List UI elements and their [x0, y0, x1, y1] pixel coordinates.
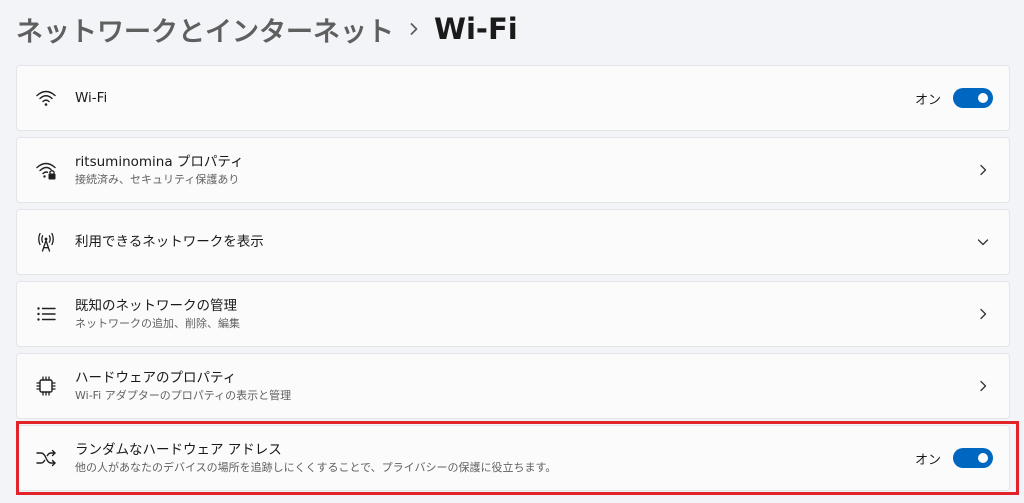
random-address-toggle-knob: [978, 453, 988, 463]
hardware-properties-subtitle: Wi-Fi アダプターのプロパティの表示と管理: [75, 389, 292, 402]
wifi-toggle-knob: [978, 93, 988, 103]
hardware-properties-title: ハードウェアのプロパティ: [75, 370, 237, 386]
breadcrumb-chevron-icon: [394, 22, 434, 36]
available-networks-texts: 利用できるネットワークを表示: [75, 233, 264, 251]
wifi-row-title: Wi-Fi: [75, 90, 108, 106]
available-networks-row[interactable]: 利用できるネットワークを表示: [16, 209, 1010, 275]
known-networks-texts: 既知のネットワークの管理 ネットワークの追加、削除、編集: [75, 297, 240, 331]
chevron-right-icon: [975, 162, 991, 178]
network-properties-title: ritsuminomina プロパティ: [75, 154, 244, 170]
chevron-right-icon: [975, 378, 991, 394]
chip-icon: [35, 375, 57, 397]
wifi-toggle[interactable]: [953, 88, 993, 108]
wifi-toggle-group: オン: [915, 88, 993, 108]
random-hardware-address-subtitle: 他の人があなたのデバイスの場所を追跡しにくくすることで、プライバシーの保護に役立…: [75, 461, 557, 474]
shuffle-icon: [35, 447, 57, 469]
network-properties-row[interactable]: ritsuminomina プロパティ 接続済み、セキュリティ保護あり: [16, 137, 1010, 203]
known-networks-title: 既知のネットワークの管理: [75, 298, 237, 314]
wifi-toggle-label: オン: [914, 92, 941, 108]
network-properties-subtitle: 接続済み、セキュリティ保護あり: [75, 173, 240, 186]
settings-page: ネットワークとインターネット Wi-Fi Wi-Fi オン ritsuminom…: [0, 0, 1024, 503]
wifi-icon: [35, 87, 57, 109]
random-hardware-address-title: ランダムなハードウェア アドレス: [75, 442, 282, 458]
network-properties-texts: ritsuminomina プロパティ 接続済み、セキュリティ保護あり: [75, 153, 244, 187]
breadcrumb: ネットワークとインターネット Wi-Fi: [14, 0, 1010, 58]
page-title: Wi-Fi: [434, 12, 518, 46]
random-hardware-address-texts: ランダムなハードウェア アドレス 他の人があなたのデバイスの場所を追跡しにくくす…: [75, 441, 556, 475]
settings-list: Wi-Fi オン ritsuminomina プロパティ 接続済み、セキュリティ…: [16, 65, 1010, 497]
wifi-row-texts: Wi-Fi: [75, 89, 107, 107]
list-icon: [35, 303, 57, 325]
breadcrumb-parent-network-internet[interactable]: ネットワークとインターネット: [16, 10, 394, 49]
antenna-icon: [35, 231, 57, 253]
available-networks-title: 利用できるネットワークを表示: [75, 234, 264, 250]
random-address-toggle[interactable]: [953, 448, 993, 468]
chevron-right-icon: [975, 306, 991, 322]
known-networks-subtitle: ネットワークの追加、削除、編集: [75, 317, 240, 330]
hardware-properties-row[interactable]: ハードウェアのプロパティ Wi-Fi アダプターのプロパティの表示と管理: [16, 353, 1010, 419]
random-address-toggle-group: オン: [915, 448, 993, 468]
random-address-toggle-label: オン: [914, 452, 941, 468]
random-hardware-address-row[interactable]: ランダムなハードウェア アドレス 他の人があなたのデバイスの場所を追跡しにくくす…: [16, 425, 1010, 491]
chevron-down-icon: [975, 234, 991, 250]
wifi-lock-icon: [35, 159, 57, 181]
wifi-row[interactable]: Wi-Fi オン: [16, 65, 1010, 131]
known-networks-row[interactable]: 既知のネットワークの管理 ネットワークの追加、削除、編集: [16, 281, 1010, 347]
hardware-properties-texts: ハードウェアのプロパティ Wi-Fi アダプターのプロパティの表示と管理: [75, 369, 291, 403]
